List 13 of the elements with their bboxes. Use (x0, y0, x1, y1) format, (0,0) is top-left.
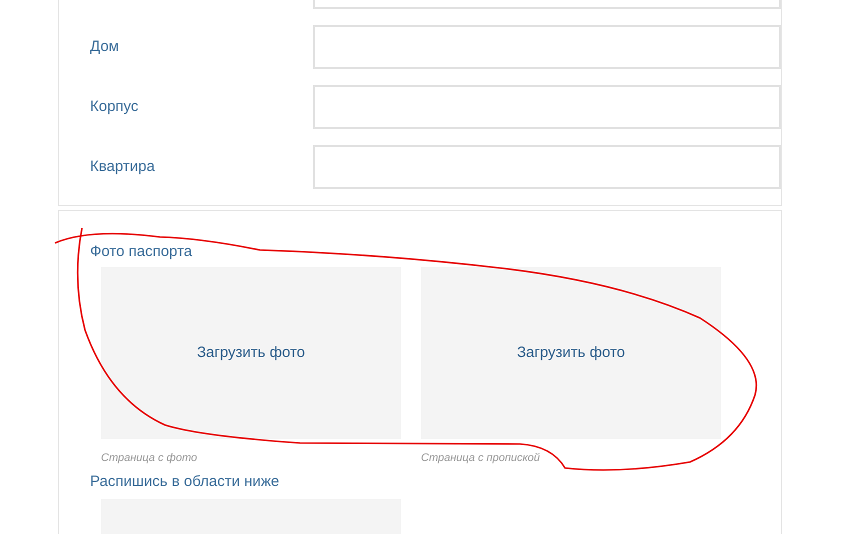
upload-caption: Страница с пропиской (421, 451, 541, 465)
upload-photo-button[interactable]: Загрузить фото (101, 267, 401, 439)
input-field[interactable] (313, 25, 781, 69)
field-label: Дом (90, 38, 119, 55)
input-field[interactable] (313, 85, 781, 129)
field-label: Квартира (90, 158, 155, 175)
upload-photo-button[interactable]: Загрузить фото (421, 267, 721, 439)
field-label: Корпус (90, 98, 138, 115)
upload-caption: Страница с фото (101, 451, 198, 465)
section-title: Фото паспорта (90, 243, 194, 261)
input-field[interactable] (313, 145, 781, 189)
input-field[interactable] (313, 0, 781, 9)
section-title: Распишись в области ниже (90, 473, 280, 491)
